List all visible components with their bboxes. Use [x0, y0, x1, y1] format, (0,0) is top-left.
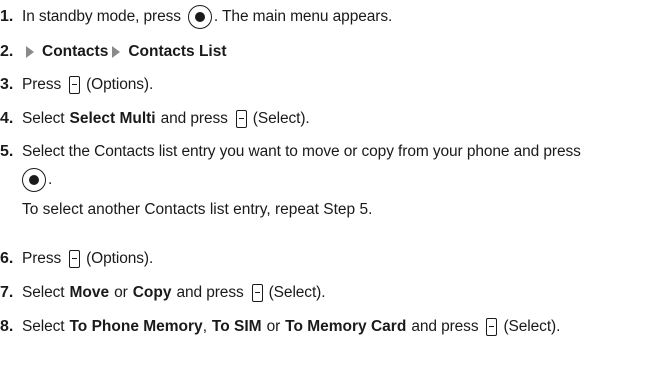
menu-path-contacts: Contacts [42, 43, 109, 60]
step-text-after: (Options). [86, 76, 154, 93]
step-number: 5. [0, 143, 14, 160]
step-text: Select [22, 110, 65, 127]
step-text-after: (Options). [86, 250, 154, 267]
step-number: 6. [0, 250, 14, 267]
step-number: 7. [0, 284, 14, 301]
step-text: or [266, 318, 281, 335]
step-text: and press [411, 318, 479, 335]
step-6: 6. Press (Options). [0, 245, 153, 273]
step-4: 4. Select Select Multi and press (Select… [0, 105, 310, 133]
step-5-note: To select another Contacts list entry, r… [22, 201, 373, 218]
soft-key-icon [235, 110, 247, 128]
step-8: 8. Select To Phone Memory , To SIM or To… [0, 313, 560, 341]
step-3: 3. Press (Options). [0, 71, 153, 99]
step-2: 2. Contacts Contacts List [0, 38, 227, 66]
step-1: 1. In standby mode, press . The main men… [0, 3, 392, 31]
menu-arrow-icon [112, 46, 121, 58]
step-number: 4. [0, 110, 14, 127]
option-to-sim: To SIM [211, 318, 262, 335]
step-7: 7. Select Move or Copy and press (Select… [0, 279, 326, 307]
option-to-phone-memory: To Phone Memory [69, 318, 203, 335]
option-copy: Copy [132, 284, 172, 301]
step-text-after: . [48, 171, 53, 188]
ok-button-icon [22, 168, 46, 192]
step-text: and press [160, 110, 228, 127]
soft-key-icon [69, 76, 81, 94]
step-text-after: (Select). [268, 284, 326, 301]
step-number: 3. [0, 76, 14, 93]
step-text-after: (Select). [252, 110, 310, 127]
option-to-memory-card: To Memory Card [285, 318, 407, 335]
soft-key-icon [69, 250, 81, 268]
step-text: or [114, 284, 128, 301]
menu-path-contacts-list: Contacts List [128, 43, 227, 60]
step-text-after: . The main menu appears. [213, 8, 393, 25]
option-select-multi: Select Multi [69, 110, 156, 127]
soft-key-icon [251, 284, 263, 302]
step-text: Select [22, 318, 65, 335]
option-move: Move [69, 284, 110, 301]
step-5-cont: . [22, 166, 52, 194]
step-number: 2. [0, 43, 14, 60]
ok-button-icon [187, 5, 212, 29]
step-5: 5. Select the Contacts list entry you wa… [0, 138, 581, 166]
step-text: Select [22, 284, 65, 301]
step-text: Press [22, 250, 62, 267]
step-text-after: (Select). [503, 318, 561, 335]
soft-key-icon [486, 318, 498, 336]
step-text: Select the Contacts list entry you want … [22, 143, 581, 160]
menu-arrow-icon [26, 46, 34, 58]
step-number: 1. [0, 8, 14, 25]
step-text: and press [176, 284, 244, 301]
step-number: 8. [0, 318, 14, 335]
step-text: In standby mode, press [22, 8, 181, 25]
step-text: , [202, 318, 207, 335]
step-text: Press [22, 76, 62, 93]
